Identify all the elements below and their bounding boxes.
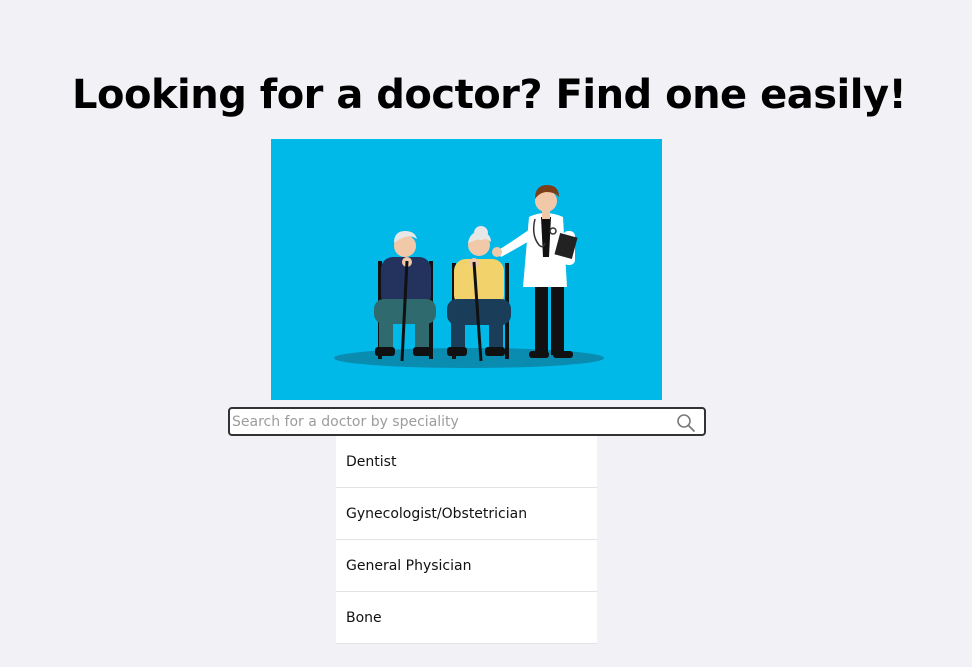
suggestion-general-physician[interactable]: General Physician xyxy=(336,540,597,592)
search-bar[interactable] xyxy=(228,407,706,436)
speciality-suggestions: Dentist Gynecologist/Obstetrician Genera… xyxy=(336,436,597,644)
doctor-patients-illustration xyxy=(271,139,662,400)
search-input[interactable] xyxy=(230,409,704,434)
suggestion-dentist[interactable]: Dentist xyxy=(336,436,597,488)
page-title: Looking for a doctor? Find one easily! xyxy=(72,72,907,118)
suggestion-gynecologist-obstetrician[interactable]: Gynecologist/Obstetrician xyxy=(336,488,597,540)
suggestion-bone[interactable]: Bone xyxy=(336,592,597,644)
search-icon[interactable] xyxy=(676,413,696,433)
